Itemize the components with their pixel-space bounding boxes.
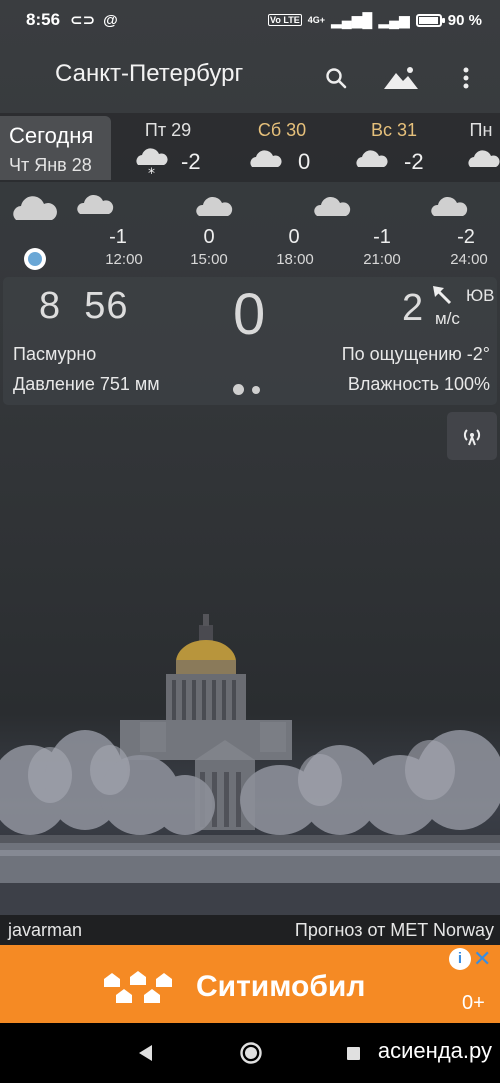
hour-time: 24:00 (450, 251, 488, 268)
ad-banner[interactable]: Ситимобил i ✕ 0+ (0, 945, 500, 1023)
today-label: Сегодня (9, 123, 94, 148)
ad-brand-text: Ситимобил (196, 970, 366, 1003)
citymobil-logo (104, 971, 172, 1003)
cloud-snow-icon: * (136, 148, 168, 179)
page-dot-active (233, 384, 244, 395)
day-name: Пн (469, 120, 493, 140)
app-bar: Санкт-Петербург (0, 50, 500, 104)
hour-temp: 0 (288, 226, 300, 248)
hour-time: 21:00 (363, 251, 401, 268)
svg-text:*: * (148, 166, 155, 179)
hour-temp: 0 (203, 226, 215, 248)
more-vert-icon[interactable] (448, 60, 484, 96)
watermark-text: асиенда.ру (377, 1038, 492, 1063)
signal-icon-2: ▂▄▆ (378, 11, 410, 28)
day-name: Сб 30 (257, 120, 307, 140)
day-name: Вс 31 (370, 120, 418, 140)
hourly-forecast[interactable]: -1 12:00 0 15:00 0 18:00 -1 21:00 -2 24:… (0, 182, 500, 270)
city-title[interactable]: Санкт-Петербург (55, 60, 243, 88)
day-item[interactable]: Пт 29 * -2 (118, 117, 228, 181)
daily-forecast-strip[interactable]: Сегодня Чт Янв 28 Пт 29 * -2 Сб 30 0 Вс … (0, 113, 500, 182)
cloud-icon (468, 150, 500, 167)
recents-icon[interactable] (346, 1046, 361, 1061)
signal-icon: ▂▄▆█ (330, 11, 373, 28)
volte-icon: Vo LTE (268, 14, 302, 26)
cloud-icon (250, 150, 282, 167)
page-indicator (233, 384, 260, 395)
day-item[interactable]: Сб 30 0 (232, 117, 342, 181)
current-conditions-card[interactable]: 8 56 0 2 ЮВ м/с Пасмурно По ощущению -2°… (3, 277, 497, 405)
back-icon[interactable] (136, 1043, 154, 1063)
wind-direction-arrow-icon (433, 286, 452, 305)
day-temp: -2 (181, 149, 201, 174)
battery-icon (415, 13, 445, 27)
cloud-icon (77, 194, 114, 214)
hour-time: 18:00 (276, 251, 314, 268)
wind-speed: 2 (402, 287, 424, 329)
day-today[interactable]: Сегодня Чт Янв 28 (0, 116, 111, 180)
credits-bar: javarman Прогноз от MET Norway (0, 915, 500, 945)
day-temp: -2 (404, 149, 424, 174)
landscape-icon[interactable] (381, 60, 421, 96)
at-icon: @ (103, 11, 118, 29)
radar-antenna-icon (463, 429, 481, 446)
hour-temp: -1 (109, 226, 127, 248)
day-name: Пт 29 (144, 120, 192, 140)
condition-text: Пасмурно (13, 344, 97, 364)
day-item[interactable]: Вс 31 -2 (344, 117, 454, 181)
radar-button[interactable] (447, 412, 497, 460)
feels-like-text: По ощущению -2° (341, 344, 490, 364)
search-icon[interactable] (318, 60, 354, 96)
page-dot (252, 385, 260, 394)
hour-temp: -2 (457, 226, 475, 248)
pressure-text: Давление 751 мм (13, 374, 160, 394)
ad-close-icon[interactable]: ✕ (473, 946, 491, 972)
home-icon[interactable] (239, 1041, 263, 1065)
system-nav-bar: асиенда.ру (0, 1023, 500, 1083)
cloud-icon (314, 196, 351, 216)
cloud-icon (196, 196, 233, 216)
hour-time: 15:00 (190, 251, 228, 268)
humidity-text: Влажность 100% (347, 374, 490, 394)
wind-direction: ЮВ (466, 286, 495, 305)
photo-author-link[interactable]: javarman (8, 920, 82, 941)
ad-info-icon[interactable]: i (449, 948, 471, 970)
cloud-icon (356, 150, 388, 167)
network-label: 4G+ (307, 15, 325, 25)
forecast-source-link[interactable]: Прогноз от MET Norway (295, 920, 494, 941)
hour-time: 12:00 (105, 251, 143, 268)
day-item[interactable]: Пн (444, 117, 500, 181)
ad-age-rating: 0+ (462, 992, 485, 1014)
today-date: Чт Янв 28 (9, 155, 92, 175)
day-temp: 0 (298, 149, 311, 174)
wind-unit: м/с (435, 309, 460, 328)
cloud-icon (13, 196, 57, 220)
current-time-marker (24, 248, 46, 270)
cloud-icon (431, 196, 468, 216)
current-clock: 8 56 (39, 285, 129, 327)
battery-percent: 90 % (447, 11, 482, 29)
current-temp: 0 (233, 282, 266, 347)
link-icon: ⊂⊃ (70, 12, 96, 29)
status-bar: 8:56 ⊂⊃ @ Vo LTE 4G+ ▂▄▆█ ▂▄▆ 90 % (0, 0, 500, 40)
status-time: 8:56 (26, 10, 61, 29)
hour-temp: -1 (373, 226, 391, 248)
